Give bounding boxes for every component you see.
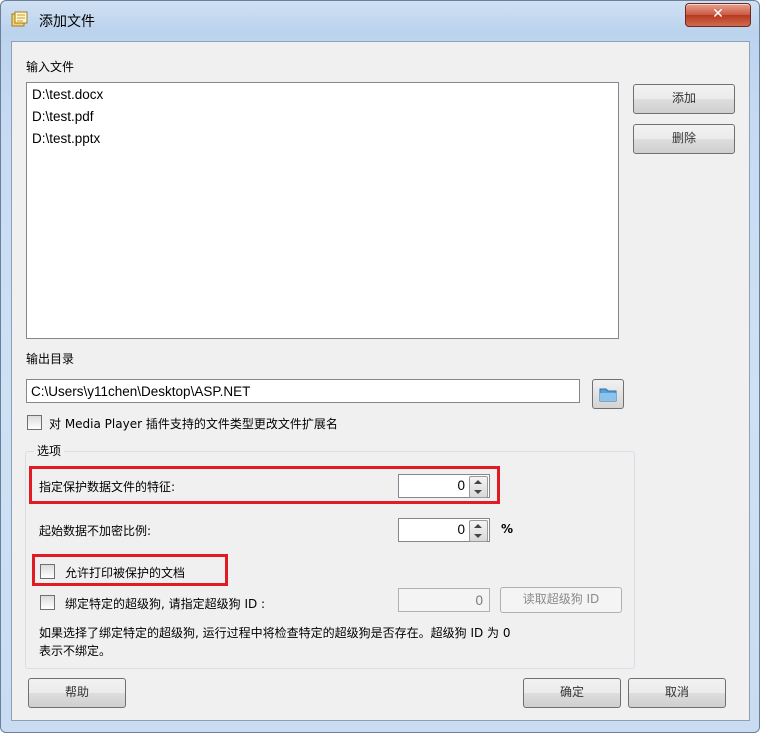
close-button[interactable]: ✕ <box>685 3 751 27</box>
dialog-window: 添加文件 ✕ 输入文件 D:\test.docx D:\test.pdf D:\… <box>0 0 760 733</box>
browse-folder-button[interactable] <box>592 379 624 409</box>
output-path-field[interactable]: C:\Users\y11chen\Desktop\ASP.NET <box>26 379 580 403</box>
dialog-client: 输入文件 D:\test.docx D:\test.pdf D:\test.pp… <box>11 41 750 721</box>
options-group-title: 选项 <box>34 442 65 459</box>
allow-print-highlight-box <box>32 554 228 586</box>
add-button[interactable]: 添加 <box>633 84 735 114</box>
app-icon <box>11 11 28 27</box>
close-icon: ✕ <box>712 6 724 22</box>
output-dir-label: 输出目录 <box>26 352 75 366</box>
note-line-1: 如果选择了绑定特定的超级狗, 运行过程中将检查特定的超级狗是否存在。超级狗 ID… <box>39 626 511 640</box>
note-line-2: 表示不绑定。 <box>39 644 112 658</box>
change-ext-checkbox[interactable] <box>27 415 42 430</box>
list-item[interactable]: D:\test.pdf <box>32 109 94 124</box>
bind-dongle-checkbox[interactable] <box>40 595 55 610</box>
unencrypted-label: 起始数据不加密比例: <box>39 524 152 538</box>
window-title: 添加文件 <box>39 14 95 30</box>
percent-unit: % <box>501 522 514 536</box>
dongle-id-field[interactable]: 0 <box>398 588 490 612</box>
unencrypted-value: 0 <box>457 522 465 537</box>
delete-button[interactable]: 删除 <box>633 124 735 154</box>
bind-dongle-label: 绑定特定的超级狗, 请指定超级狗 ID : <box>65 597 266 611</box>
unencrypted-spinner[interactable]: 0 <box>398 518 490 542</box>
input-files-list[interactable]: D:\test.docx D:\test.pdf D:\test.pptx <box>26 82 619 339</box>
ok-button[interactable]: 确定 <box>523 678 621 708</box>
help-button[interactable]: 帮助 <box>28 678 126 708</box>
change-ext-label: 对 Media Player 插件支持的文件类型更改文件扩展名 <box>49 417 338 431</box>
cancel-button[interactable]: 取消 <box>628 678 726 708</box>
read-dongle-id-button[interactable]: 读取超级狗 ID <box>500 587 622 613</box>
list-item[interactable]: D:\test.pptx <box>32 131 100 146</box>
spinner-arrows-icon[interactable] <box>469 520 488 542</box>
input-files-label: 输入文件 <box>26 60 75 74</box>
title-bar: 添加文件 ✕ <box>1 1 759 37</box>
folder-icon <box>599 388 617 402</box>
list-item[interactable]: D:\test.docx <box>32 87 103 102</box>
feature-highlight-box <box>29 466 500 504</box>
